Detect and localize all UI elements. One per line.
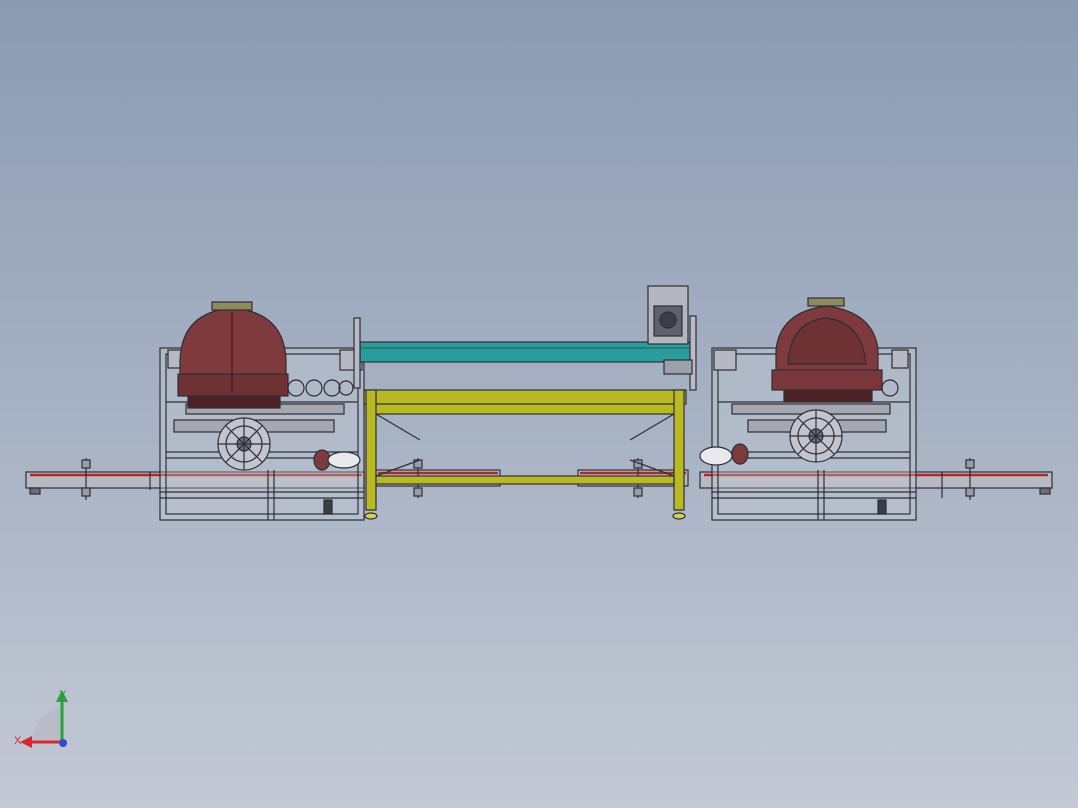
cad-viewport[interactable]: Y X	[0, 0, 1078, 808]
left-tank	[177, 301, 289, 409]
y-axis-label: Y	[59, 689, 67, 701]
right-tank	[771, 297, 883, 403]
yellow-stand	[363, 389, 687, 520]
x-axis-label: X	[14, 735, 22, 747]
teal-conveyor	[353, 315, 697, 391]
coordinate-triad: Y X	[10, 684, 74, 759]
machine-assembly-drawing	[25, 285, 1053, 521]
motor-unit	[647, 285, 689, 345]
coordinate-triad-icon: Y X	[14, 689, 68, 748]
